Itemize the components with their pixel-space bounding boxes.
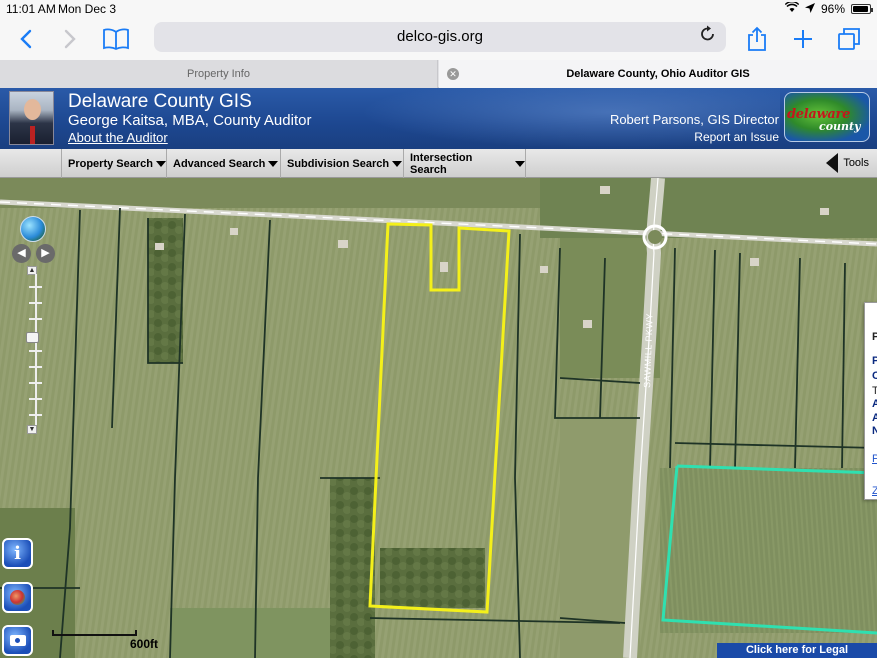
- legal-disclaimer-link[interactable]: Click here for Legal Disclaimer: [717, 643, 877, 658]
- layers-icon[interactable]: [2, 582, 33, 613]
- popup-char: A: [872, 398, 877, 410]
- scale-label: 600ft: [130, 637, 159, 651]
- reload-icon[interactable]: [700, 25, 716, 48]
- add-tab-icon[interactable]: [790, 24, 816, 54]
- tools-label: Tools: [843, 157, 869, 169]
- zoom-tick: [29, 398, 42, 400]
- close-tab-icon[interactable]: ✕: [447, 68, 459, 80]
- auditor-photo: [9, 91, 54, 145]
- info-icon[interactable]: i: [2, 538, 33, 569]
- map-view[interactable]: SAWMILL PKWY: [0, 178, 877, 658]
- zoom-tick: [29, 350, 42, 352]
- zoom-tick: [29, 382, 42, 384]
- bookmarks-icon[interactable]: [100, 24, 132, 54]
- search-menu: Property Search Advanced Search Subdivis…: [0, 149, 877, 178]
- zoom-tick: [29, 318, 42, 320]
- popup-link[interactable]: Z: [872, 485, 877, 497]
- tab-bar: Property Info ✕ Delaware County, Ohio Au…: [0, 60, 877, 88]
- status-time: 11:01 AM: [6, 2, 56, 16]
- property-popup[interactable]: P P C T A A N P Z: [864, 302, 877, 500]
- advanced-search-menu[interactable]: Advanced Search: [167, 149, 281, 178]
- county-logo[interactable]: delaware county: [784, 92, 870, 142]
- site-title: Delaware County GIS: [68, 91, 252, 112]
- tabs-icon[interactable]: [836, 24, 862, 54]
- zoom-tick: [29, 414, 42, 416]
- aerial-map[interactable]: SAWMILL PKWY: [0, 178, 877, 658]
- caret-down-icon: [268, 160, 279, 167]
- zoom-tick: [29, 302, 42, 304]
- popup-char: C: [872, 370, 877, 382]
- menu-label: Advanced Search: [173, 157, 266, 170]
- url-text: delco-gis.org: [397, 28, 483, 45]
- gis-header: Delaware County GIS George Kaitsa, MBA, …: [0, 88, 877, 149]
- caret-down-icon: [155, 160, 166, 167]
- logo-line2: county: [819, 120, 861, 133]
- status-bar: 11:01 AM Mon Dec 3 96%: [0, 0, 877, 18]
- address-bar[interactable]: delco-gis.org: [154, 22, 726, 52]
- location-icon: [804, 2, 815, 16]
- battery-percent: 96%: [820, 2, 845, 16]
- forward-icon[interactable]: [58, 24, 82, 54]
- menu-label: Property Search: [68, 157, 153, 170]
- tab-property-info[interactable]: Property Info: [0, 60, 438, 88]
- popup-char: T: [872, 385, 877, 397]
- property-search-menu[interactable]: Property Search: [61, 149, 167, 178]
- popup-char: A: [872, 412, 877, 424]
- menu-label: Subdivision Search: [287, 157, 390, 170]
- globe-icon[interactable]: [20, 216, 46, 242]
- tools-button[interactable]: Tools: [826, 153, 869, 173]
- scale-bar: [52, 630, 137, 636]
- menu-label: Intersection Search: [410, 151, 473, 176]
- share-icon[interactable]: [744, 24, 770, 54]
- popup-link[interactable]: P: [872, 453, 877, 465]
- zoom-out-icon[interactable]: ▼: [27, 425, 37, 434]
- caret-down-icon: [392, 160, 403, 167]
- status-date: Mon Dec 3: [58, 2, 117, 16]
- about-auditor-link[interactable]: About the Auditor: [68, 130, 168, 145]
- pan-right-icon[interactable]: ▶: [36, 244, 55, 263]
- battery-icon: [851, 4, 873, 14]
- pan-left-icon[interactable]: ◀: [12, 244, 31, 263]
- popup-char: P: [872, 355, 877, 367]
- browser-toolbar: delco-gis.org: [0, 18, 877, 60]
- tab-label: Property Info: [187, 68, 250, 80]
- tab-label: Delaware County, Ohio Auditor GIS: [566, 68, 750, 80]
- popup-char: N: [872, 425, 877, 437]
- zoom-tick: [29, 286, 42, 288]
- back-icon[interactable]: [14, 24, 38, 54]
- subdivision-search-menu[interactable]: Subdivision Search: [281, 149, 404, 178]
- zoom-tick: [29, 366, 42, 368]
- tab-delaware-gis[interactable]: ✕ Delaware County, Ohio Auditor GIS: [439, 60, 877, 88]
- intersection-search-menu[interactable]: Intersection Search: [404, 149, 526, 178]
- zoom-slider-thumb[interactable]: [26, 332, 39, 343]
- caret-down-icon: [515, 160, 525, 167]
- status-right: 96%: [784, 1, 873, 16]
- wifi-icon: [784, 1, 800, 16]
- site-subtitle: George Kaitsa, MBA, County Auditor: [68, 112, 312, 129]
- camera-icon[interactable]: [2, 625, 33, 656]
- report-issue-link[interactable]: Report an Issue: [694, 130, 779, 144]
- triangle-left-icon: [826, 153, 839, 173]
- gis-director: Robert Parsons, GIS Director: [609, 112, 779, 127]
- popup-char: P: [872, 331, 877, 343]
